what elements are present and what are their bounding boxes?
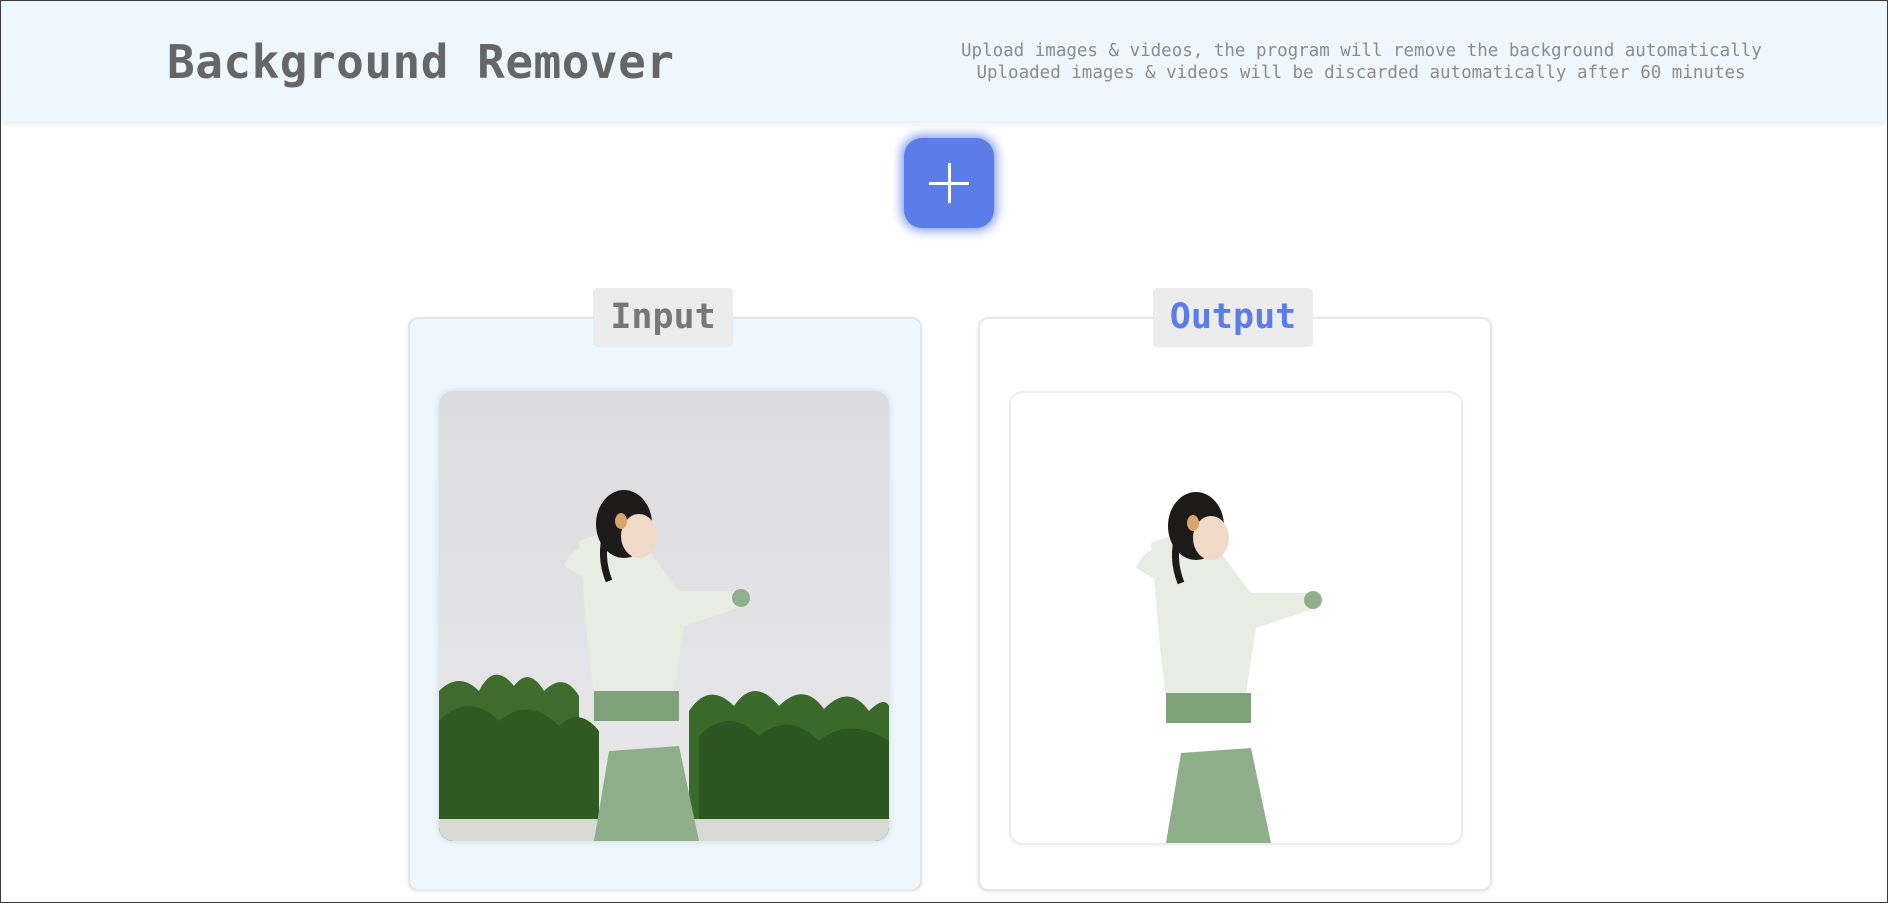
upload-button[interactable]: [904, 138, 994, 228]
output-image: [1009, 391, 1463, 845]
info-line-upload: Upload images & videos, the program will…: [961, 41, 1762, 61]
info-line-retention: Uploaded images & videos will be discard…: [976, 63, 1746, 83]
input-label: Input: [593, 288, 733, 347]
output-panel: [978, 317, 1492, 891]
header: Background Remover Upload images & video…: [1, 1, 1887, 121]
app-title: Background Remover: [167, 35, 675, 89]
info-text: Upload images & videos, the program will…: [961, 40, 1762, 84]
input-panel: [408, 317, 922, 891]
app-window: Background Remover Upload images & video…: [0, 0, 1888, 903]
output-label: Output: [1153, 288, 1313, 347]
input-image: [439, 391, 889, 841]
